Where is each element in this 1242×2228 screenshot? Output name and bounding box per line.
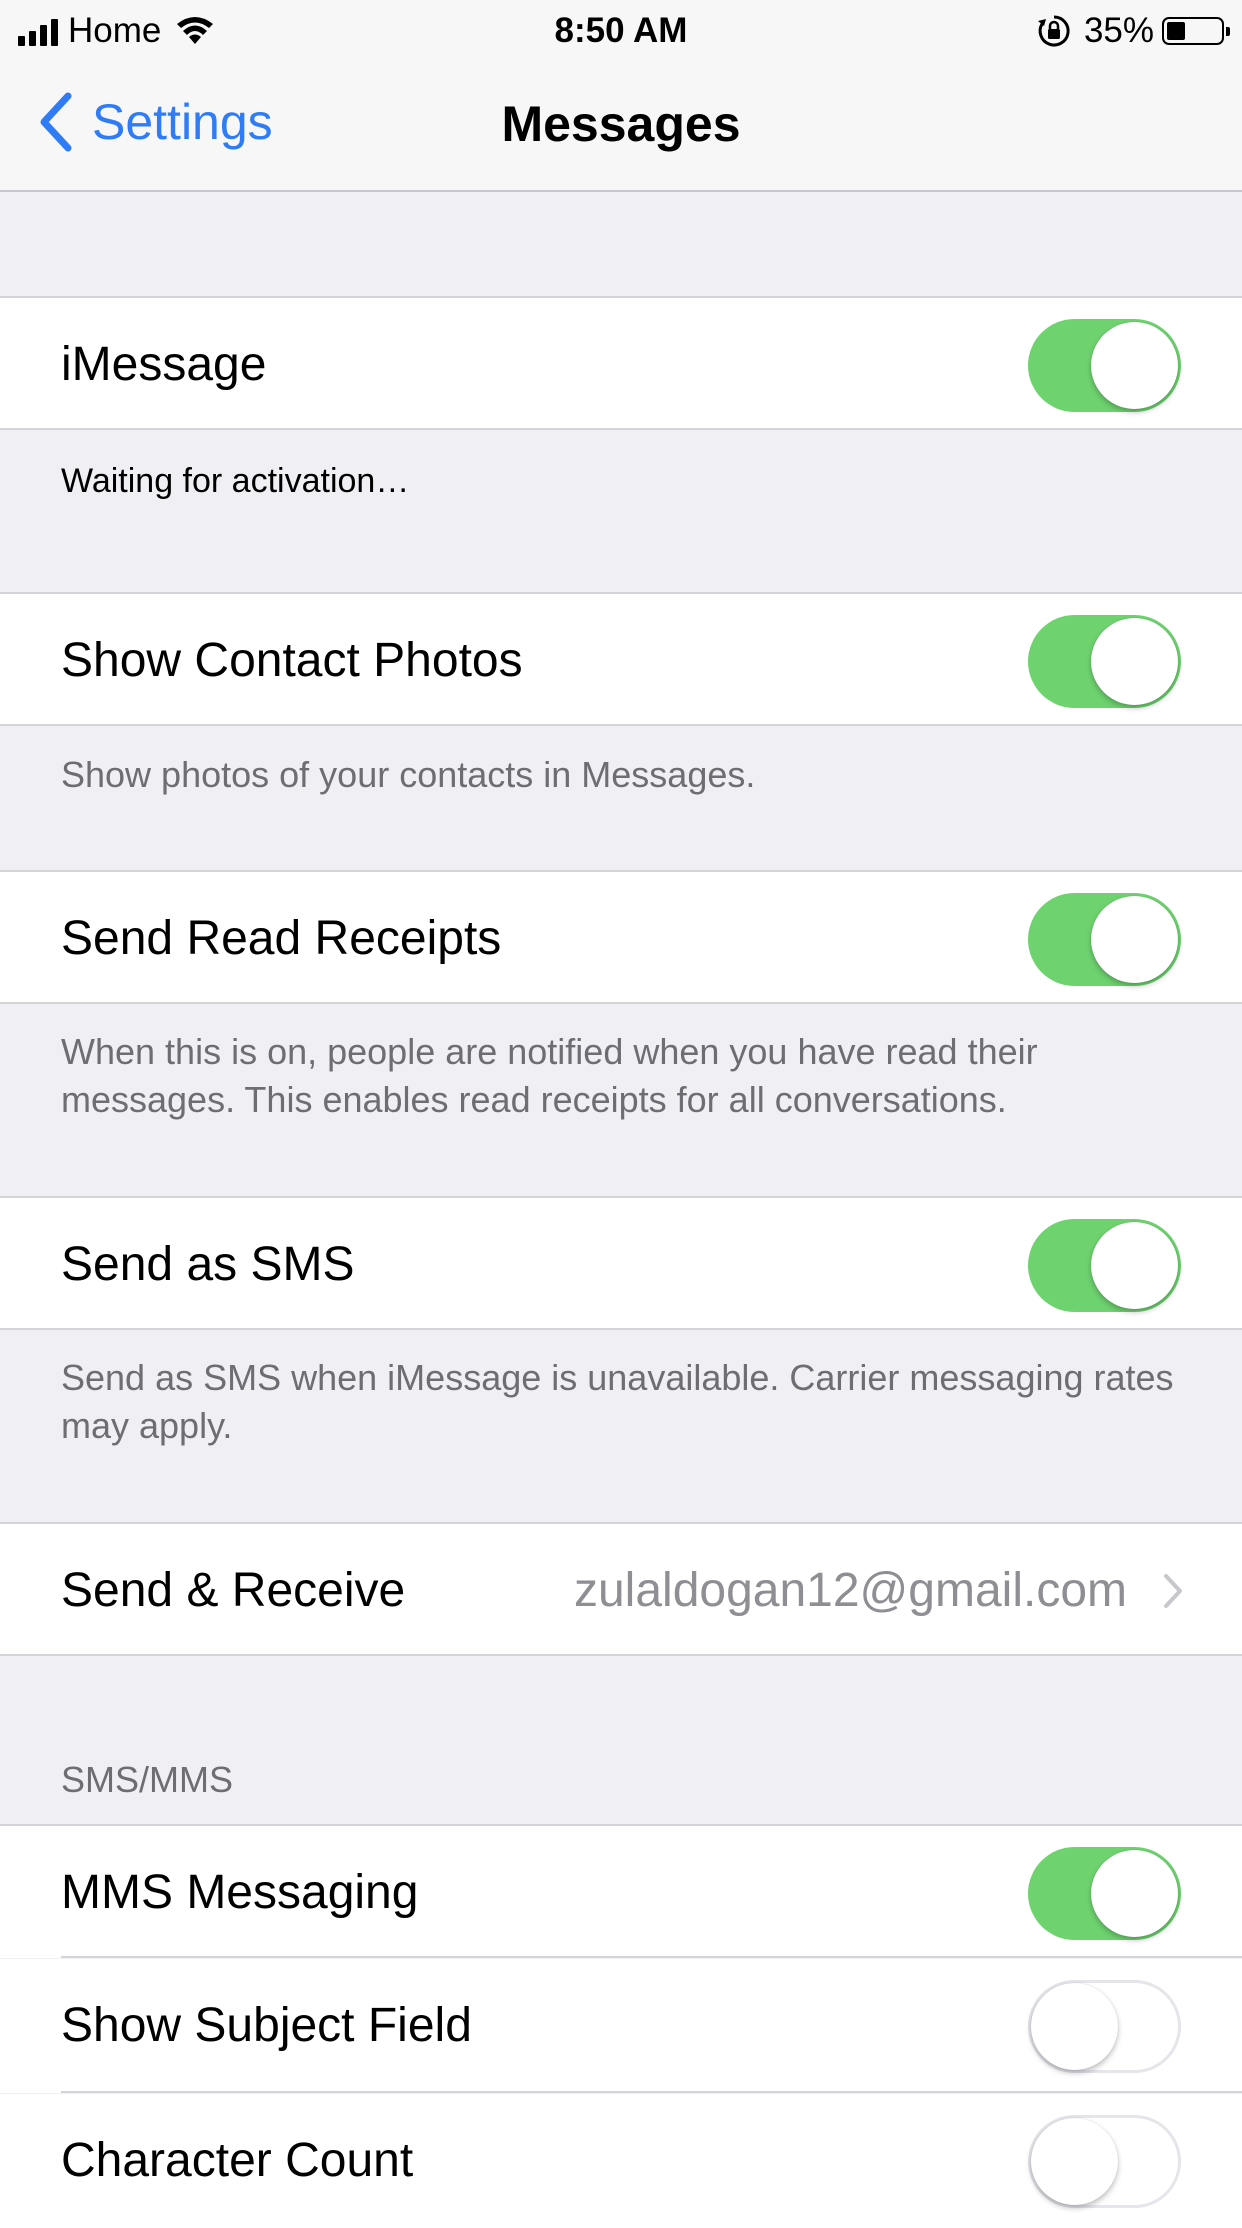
show-subject-field-row: Show Subject Field — [0, 1959, 1242, 2093]
navigation-bar: Settings Messages — [0, 62, 1242, 192]
battery-icon — [1162, 17, 1230, 45]
send-as-sms-toggle[interactable] — [1028, 1219, 1181, 1312]
send-as-sms-label: Send as SMS — [61, 1238, 355, 1291]
status-right: 35% — [1036, 10, 1230, 52]
show-contact-photos-footer: Show photos of your contacts in Messages… — [61, 754, 756, 795]
mms-messaging-row: MMS Messaging — [0, 1824, 1242, 1958]
show-contact-photos-toggle[interactable] — [1028, 615, 1181, 708]
show-subject-field-label: Show Subject Field — [61, 1999, 472, 2052]
imessage-status-text: Waiting for activation… — [61, 462, 410, 500]
mms-messaging-label: MMS Messaging — [61, 1866, 419, 1919]
show-contact-photos-row: Show Contact Photos — [0, 592, 1242, 726]
send-receive-label: Send & Receive — [61, 1564, 406, 1617]
status-bar: Home 8:50 AM 35% — [0, 0, 1242, 62]
show-subject-field-toggle[interactable] — [1028, 1980, 1181, 2073]
send-read-receipts-row: Send Read Receipts — [0, 870, 1242, 1004]
send-read-receipts-label: Send Read Receipts — [61, 912, 502, 965]
imessage-label: iMessage — [61, 338, 267, 391]
page-title: Messages — [501, 96, 741, 152]
imessage-row: iMessage — [0, 296, 1242, 430]
send-as-sms-footer: Send as SMS when iMessage is unavailable… — [61, 1357, 1174, 1446]
mms-messaging-toggle[interactable] — [1028, 1847, 1181, 1940]
send-read-receipts-footer: When this is on, people are notified whe… — [61, 1031, 1038, 1120]
orientation-lock-icon — [1037, 15, 1070, 47]
chevron-right-icon — [1164, 1574, 1182, 1608]
send-read-receipts-toggle[interactable] — [1028, 893, 1181, 986]
row-separator — [61, 1956, 1242, 1958]
character-count-toggle[interactable] — [1028, 2115, 1181, 2208]
sms-mms-section-header: SMS/MMS — [61, 1759, 234, 1800]
row-separator — [61, 2091, 1242, 2093]
show-contact-photos-label: Show Contact Photos — [61, 634, 523, 687]
send-receive-row[interactable]: Send & Receive zulaldogan12@gmail.com — [0, 1522, 1242, 1656]
imessage-toggle[interactable] — [1028, 319, 1181, 412]
send-as-sms-row: Send as SMS — [0, 1196, 1242, 1330]
send-receive-value: zulaldogan12@gmail.com — [573, 1564, 1127, 1617]
battery-percent: 35% — [1083, 11, 1154, 50]
